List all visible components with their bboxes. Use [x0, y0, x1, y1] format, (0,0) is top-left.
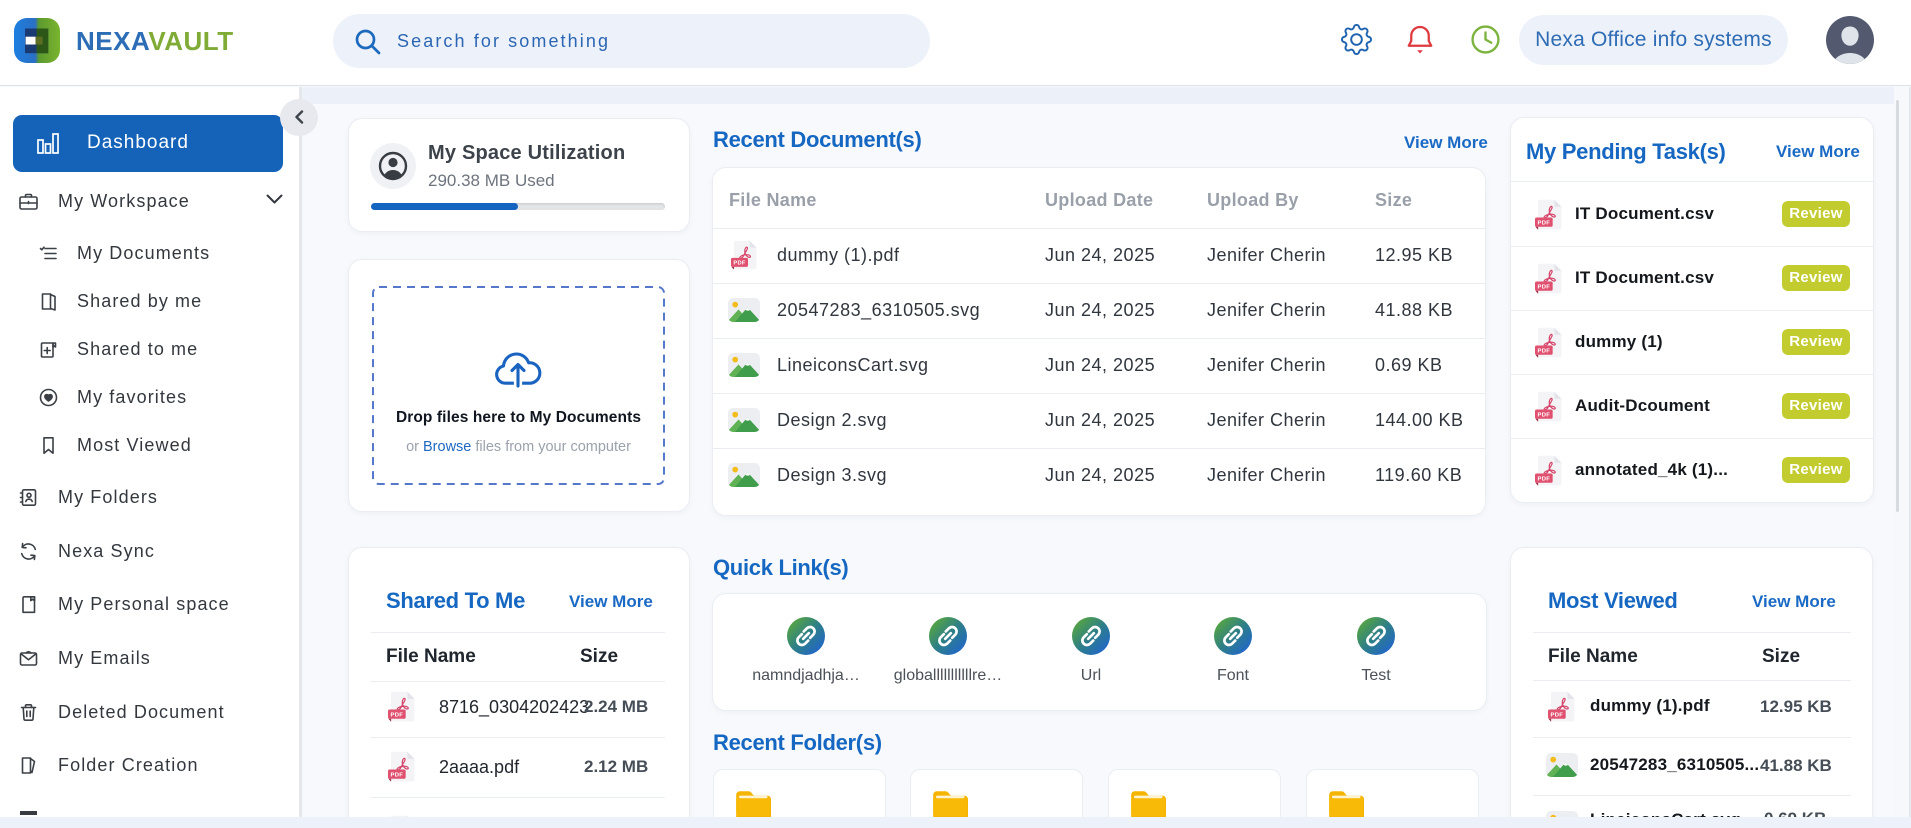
svg-text:PDF: PDF	[1538, 285, 1551, 291]
svg-text:PDF: PDF	[1538, 221, 1551, 227]
svg-text:PDF: PDF	[391, 773, 404, 779]
svg-text:PDF: PDF	[1538, 349, 1551, 355]
svg-text:PDF: PDF	[1551, 713, 1564, 719]
svg-text:PDF: PDF	[391, 713, 404, 719]
svg-text:PDF: PDF	[733, 261, 745, 267]
svg-text:PDF: PDF	[1538, 477, 1551, 483]
svg-text:PDF: PDF	[1538, 413, 1551, 419]
